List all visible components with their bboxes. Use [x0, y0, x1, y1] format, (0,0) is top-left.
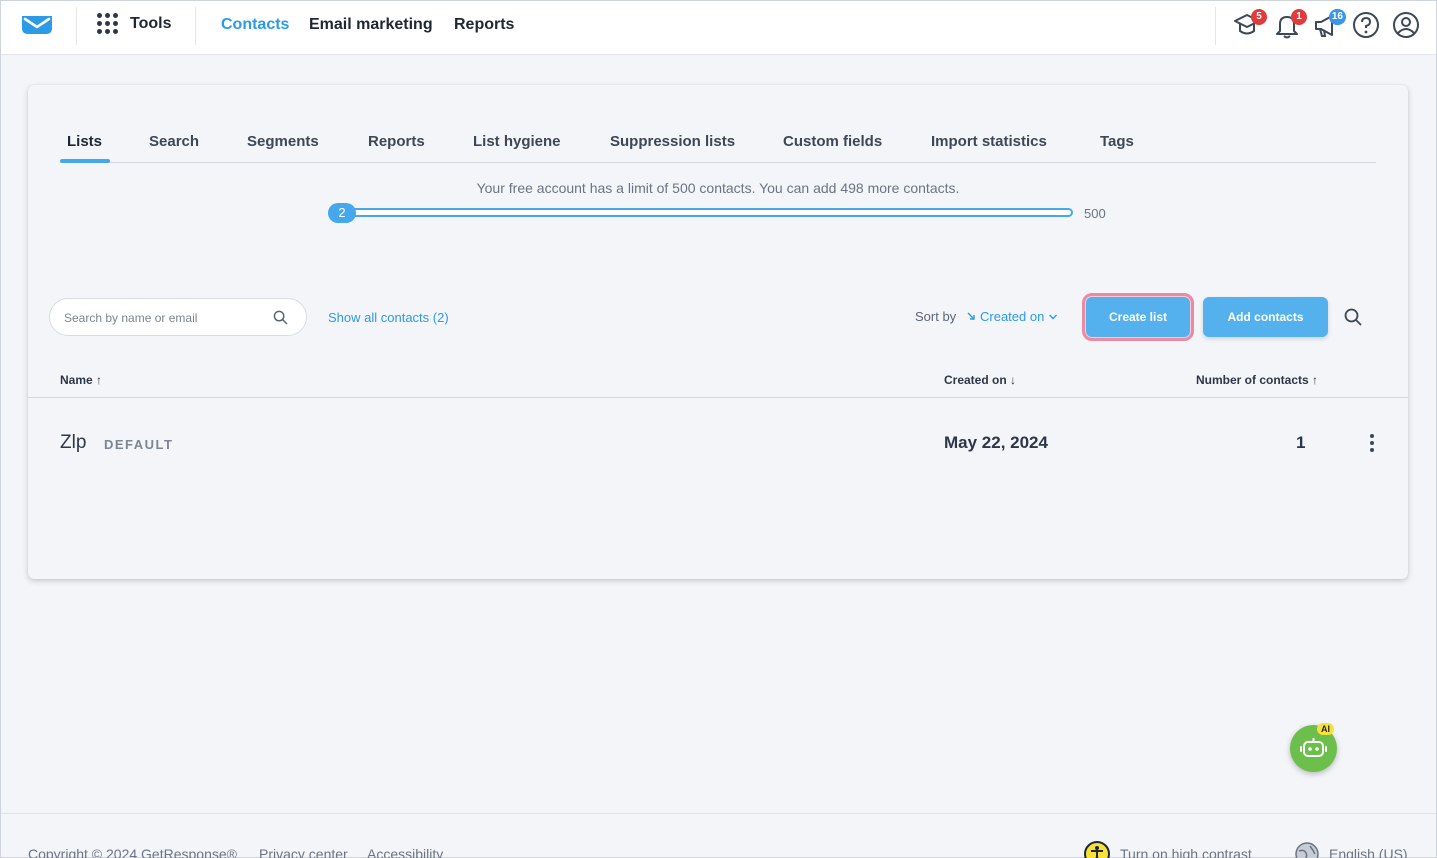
language-selector[interactable]: English (US): [1329, 846, 1408, 858]
nav-reports[interactable]: Reports: [454, 16, 514, 34]
list-name[interactable]: Zlp: [60, 432, 86, 454]
grid-dots-icon: [97, 13, 118, 34]
search-icon[interactable]: [273, 310, 288, 325]
courses-button[interactable]: 5: [1233, 9, 1267, 39]
default-badge: DEFAULT: [104, 437, 174, 452]
footer-privacy-link[interactable]: Privacy center: [259, 846, 348, 858]
tools-label: Tools: [130, 14, 172, 32]
tools-menu-button[interactable]: Tools: [97, 13, 171, 34]
contact-limit-message: Your free account has a limit of 500 con…: [476, 180, 960, 196]
getresponse-logo-icon[interactable]: [21, 14, 53, 36]
tab-tags[interactable]: Tags: [1100, 133, 1134, 150]
list-search-input[interactable]: [64, 308, 264, 328]
help-circle-icon: [1353, 12, 1379, 38]
user-circle-icon: [1393, 12, 1419, 38]
globe-icon[interactable]: [1294, 841, 1320, 858]
ai-assistant-button[interactable]: AI: [1290, 723, 1337, 772]
add-contacts-button[interactable]: Add contacts: [1203, 297, 1328, 337]
account-button[interactable]: [1392, 11, 1420, 39]
list-contact-count: 1: [1296, 433, 1306, 452]
top-navigation: Tools Contacts Email marketing Reports 5…: [1, 1, 1436, 55]
footer-copyright: Copyright © 2024 GetResponse®: [28, 846, 237, 858]
footer-divider: [1, 813, 1436, 814]
notifications-button[interactable]: 1: [1273, 9, 1307, 39]
contact-limit-max: 500: [1084, 206, 1106, 221]
nav-contacts[interactable]: Contacts: [221, 16, 289, 34]
tab-reports[interactable]: Reports: [368, 133, 425, 150]
search-icon[interactable]: [1344, 308, 1362, 326]
announcements-badge: 16: [1328, 9, 1346, 25]
contacts-card: Lists Search Segments Reports List hygie…: [28, 85, 1408, 579]
ai-badge: AI: [1317, 723, 1334, 735]
footer-accessibility-link[interactable]: Accessibility: [367, 846, 443, 858]
more-options-icon[interactable]: [1368, 434, 1376, 452]
column-header-number-of-contacts[interactable]: Number of contacts ↑: [1196, 373, 1318, 387]
table-header-divider: [28, 397, 1408, 398]
nav-divider: [76, 7, 77, 45]
tab-suppression-lists[interactable]: Suppression lists: [610, 133, 735, 150]
active-tab-indicator: [60, 159, 110, 163]
nav-divider: [195, 7, 196, 45]
sort-by-label: Sort by: [915, 309, 957, 324]
nav-email-marketing[interactable]: Email marketing: [309, 16, 433, 34]
announcements-button[interactable]: 16: [1312, 9, 1346, 39]
contact-limit-bar: [342, 208, 1073, 217]
nav-divider: [1215, 7, 1216, 45]
list-created-date: May 22, 2024: [944, 433, 1048, 452]
tab-import-statistics[interactable]: Import statistics: [931, 133, 1047, 150]
chevron-down-icon: [1049, 314, 1058, 319]
sort-arrow-icon: [967, 312, 975, 320]
help-button[interactable]: [1352, 11, 1380, 39]
tab-list-hygiene[interactable]: List hygiene: [473, 133, 561, 150]
contacts-tabs: Lists Search Segments Reports List hygie…: [60, 131, 1376, 163]
column-header-created-on[interactable]: Created on ↓: [944, 373, 1016, 387]
list-search-box[interactable]: [49, 298, 307, 336]
show-all-contacts-link[interactable]: Show all contacts (2): [328, 310, 449, 325]
tab-segments[interactable]: Segments: [247, 133, 319, 150]
contact-count-indicator: 2: [328, 203, 356, 223]
tab-custom-fields[interactable]: Custom fields: [783, 133, 882, 150]
sort-value: Created on: [980, 309, 1045, 324]
tab-search[interactable]: Search: [149, 133, 199, 150]
sort-dropdown[interactable]: Created on: [967, 309, 1058, 324]
courses-badge: 5: [1251, 9, 1267, 25]
high-contrast-toggle[interactable]: Turn on high contrast: [1120, 846, 1252, 858]
create-list-button[interactable]: Create list: [1082, 293, 1194, 341]
notifications-badge: 1: [1291, 9, 1307, 25]
accessibility-icon[interactable]: [1084, 841, 1110, 858]
column-header-name[interactable]: Name ↑: [60, 373, 102, 387]
tab-lists[interactable]: Lists: [67, 133, 102, 150]
